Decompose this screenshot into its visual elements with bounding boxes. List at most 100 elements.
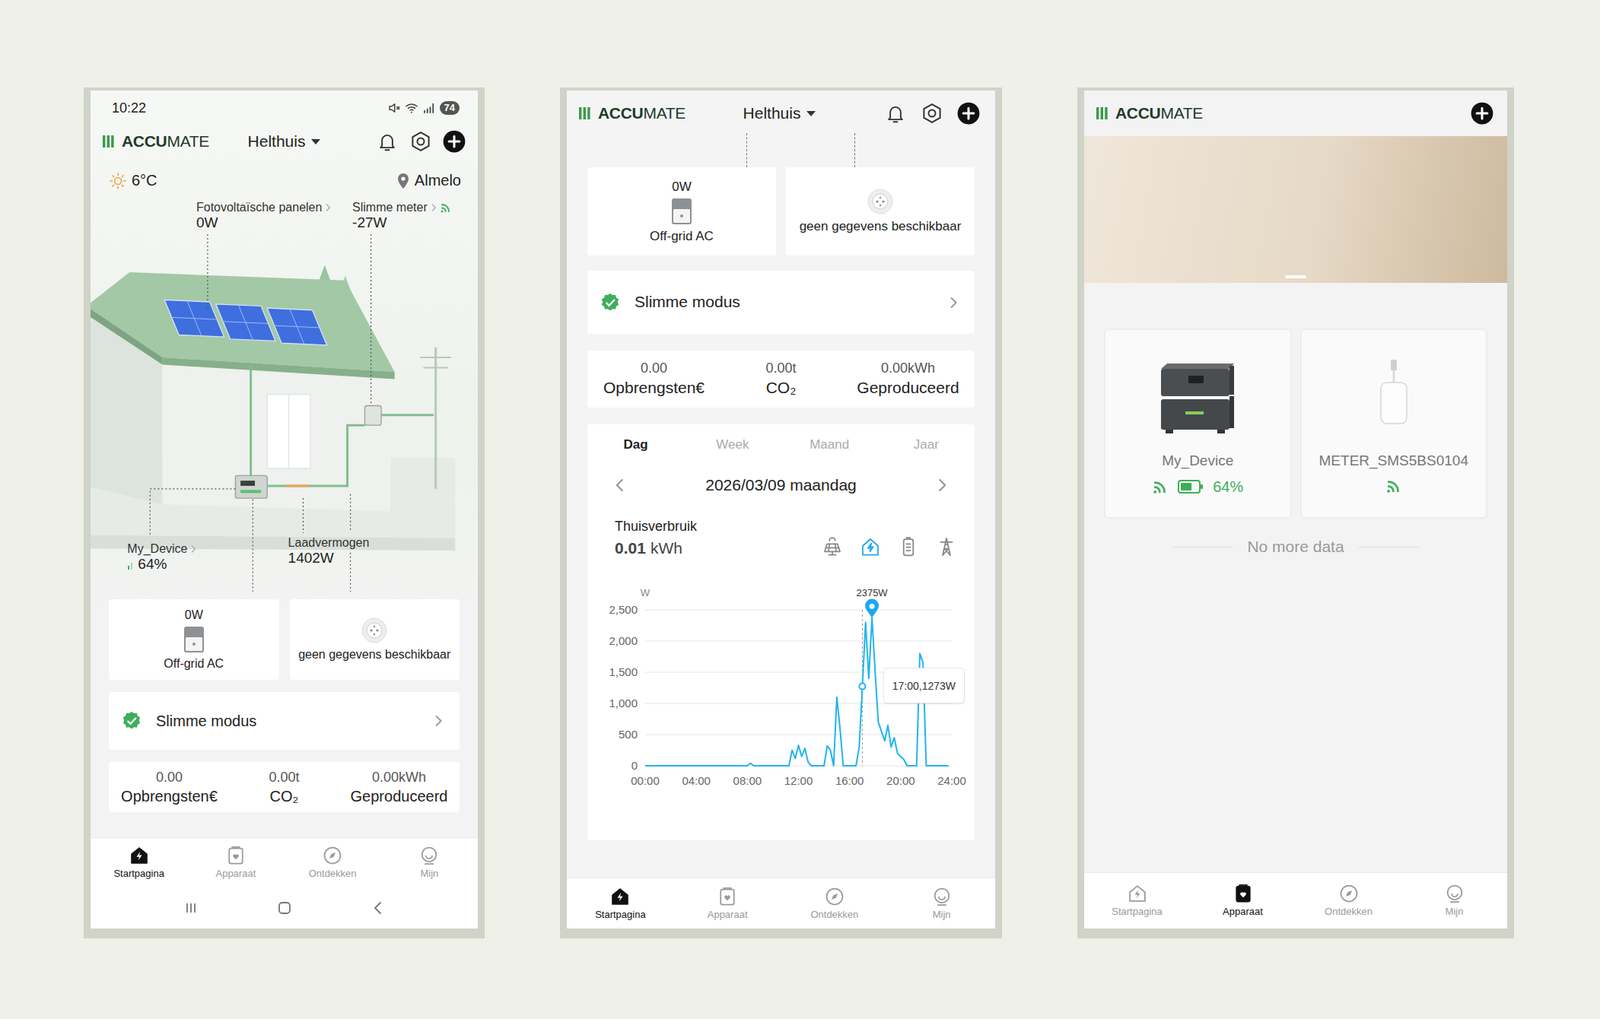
add-icon[interactable] xyxy=(957,101,980,125)
battery-icon[interactable] xyxy=(897,535,920,559)
phone-screen: ACCUMATEHelthuis0WOff-grid ACgeen gegeve… xyxy=(559,87,1002,939)
stat-label: Opbrengsten€ xyxy=(590,377,718,398)
nav-item[interactable]: Ontdekken xyxy=(284,838,382,888)
home-name[interactable]: Helthuis xyxy=(743,103,802,124)
recent-apps-icon[interactable] xyxy=(181,899,201,918)
diagram-connectors xyxy=(566,133,996,168)
logo-wordmark: ACCUMATE xyxy=(598,103,686,124)
bell-icon[interactable] xyxy=(375,130,399,153)
grid-tower-icon[interactable] xyxy=(935,535,958,559)
logo[interactable]: ACCUMATE xyxy=(1096,103,1295,124)
output-card[interactable]: geen gegevens beschikbaar xyxy=(289,599,461,681)
previous-day-icon[interactable] xyxy=(614,477,626,494)
period-tab[interactable]: Maand xyxy=(781,432,878,458)
home-selector[interactable]: Helthuis xyxy=(743,103,817,124)
bottom-nav: Startpagina Apparaat OntdekkenMijn xyxy=(566,877,996,929)
meter-node-label: Slimme meter xyxy=(352,200,428,215)
stat: 0.00Opbrengsten€ xyxy=(590,359,718,399)
settings-icon[interactable] xyxy=(920,101,944,125)
charge-node-value: 1402W xyxy=(288,550,334,568)
nav-item[interactable]: Startpagina xyxy=(1084,873,1190,929)
output-label: Off-grid AC xyxy=(649,228,714,245)
x-tick: 24:00 xyxy=(937,774,967,788)
period-tab[interactable]: Dag xyxy=(587,432,684,458)
caret-icon xyxy=(806,111,816,117)
device-card[interactable]: My_Device64% xyxy=(1103,328,1292,519)
tooltip-text: 17:00,1273W xyxy=(892,680,957,693)
battery-level: 74 xyxy=(439,101,460,115)
smart-mode-row[interactable]: Slimme modus xyxy=(587,270,975,334)
nav-item[interactable]: Ontdekken xyxy=(781,878,889,929)
x-tick: 04:00 xyxy=(681,774,711,788)
signal-icon xyxy=(439,201,452,214)
nav-label: Apparaat xyxy=(215,868,256,881)
wifi-icon xyxy=(404,101,419,115)
nav-item[interactable]: Mijn xyxy=(887,878,996,929)
y-tick: 2,000 xyxy=(608,634,638,648)
axis-unit: W xyxy=(640,587,651,599)
meter-node-title: Slimme meter xyxy=(352,200,452,215)
nav-item[interactable]: Apparaat xyxy=(187,838,284,888)
source-selector xyxy=(820,535,958,559)
device-card[interactable]: METER_SMS5BS0104 xyxy=(1300,328,1489,519)
output-card[interactable]: geen gegevens beschikbaar xyxy=(785,167,975,256)
nav-item[interactable]: Startpagina xyxy=(90,838,188,888)
tooltip-point xyxy=(858,683,866,691)
bottom-nav: Startpagina Apparaat Ontdekken Mijn xyxy=(90,837,478,888)
status-bar: 10:2274 xyxy=(90,90,478,121)
location[interactable]: Almelo xyxy=(396,171,462,191)
smart-mode-row[interactable]: Slimme modus xyxy=(108,692,460,751)
nav-label: Ontdekken xyxy=(308,868,357,881)
x-tick: 08:00 xyxy=(733,774,763,788)
nav-item[interactable]: Startpagina xyxy=(566,878,675,929)
logo-bars-icon xyxy=(102,134,120,149)
solar-icon[interactable] xyxy=(820,535,844,559)
home-name[interactable]: Helthuis xyxy=(248,131,306,152)
logo-bars-icon xyxy=(578,106,596,121)
pin-label: 2375W xyxy=(855,587,888,599)
period-tab[interactable]: Week xyxy=(683,432,781,458)
add-icon[interactable] xyxy=(1470,101,1494,125)
nav-item[interactable]: Mijn xyxy=(381,838,478,888)
nav-item[interactable]: Mijn xyxy=(1401,873,1508,929)
device-node[interactable]: My_Device64% xyxy=(127,541,197,574)
profile-icon xyxy=(1444,883,1466,905)
output-card[interactable]: 0WOff-grid AC xyxy=(587,167,777,256)
add-icon[interactable] xyxy=(442,130,466,153)
meter-node[interactable]: Slimme meter-27W xyxy=(352,200,452,233)
device-node-title: My_Device xyxy=(127,541,197,557)
output-cards: 0WOff-grid ACgeen gegevens beschikbaar xyxy=(566,167,996,256)
stat: 0.00tCO₂ xyxy=(226,769,342,807)
logo[interactable]: ACCUMATE xyxy=(578,103,744,124)
battery-icon xyxy=(1177,480,1204,494)
settings-icon[interactable] xyxy=(409,130,433,153)
grid-line xyxy=(645,734,952,735)
stat-value: 0.00kWh xyxy=(844,359,972,378)
home-consumption-icon[interactable] xyxy=(858,535,882,559)
charge-node[interactable]: Laadvermogen1402W xyxy=(288,535,370,568)
list-end-label: No more data xyxy=(1246,537,1344,557)
chevron-right-icon xyxy=(433,714,443,729)
logo[interactable]: ACCUMATE xyxy=(102,131,249,152)
output-card[interactable]: 0WOff-grid AC xyxy=(108,599,280,681)
period-tab[interactable]: Jaar xyxy=(877,432,975,458)
home-button-icon[interactable] xyxy=(275,899,294,918)
home-selector[interactable]: Helthuis xyxy=(248,131,322,152)
nav-label: Apparaat xyxy=(707,909,748,922)
meter-node-reading: -27W xyxy=(352,214,452,233)
grid-line xyxy=(645,640,952,642)
promo-banner[interactable] xyxy=(1084,136,1508,284)
nav-item[interactable]: Apparaat xyxy=(1189,873,1296,929)
y-tick: 0 xyxy=(631,759,638,773)
battery-fill xyxy=(1180,483,1192,491)
phone-screen: ACCUMATE My_Device64%METER_SMS5BS0104 No m… xyxy=(1077,87,1515,939)
nav-item[interactable]: Ontdekken xyxy=(1295,873,1402,929)
nav-item[interactable]: Apparaat xyxy=(674,878,782,929)
battery-track xyxy=(1178,480,1200,494)
socket-icon xyxy=(866,187,894,216)
next-day-icon[interactable] xyxy=(936,477,948,494)
solar-node[interactable]: Fotovoltaïsche panelen0W xyxy=(196,200,331,233)
back-icon[interactable] xyxy=(368,899,388,918)
logo-wordmark: ACCUMATE xyxy=(1115,103,1203,124)
bell-icon[interactable] xyxy=(884,101,907,125)
